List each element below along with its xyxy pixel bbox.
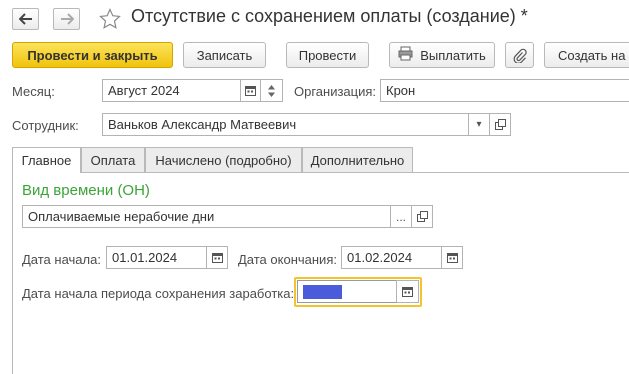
- employee-label: Сотрудник:: [12, 118, 79, 133]
- month-label: Месяц:: [12, 84, 55, 99]
- text-selection: [303, 284, 342, 299]
- star-icon[interactable]: [99, 8, 121, 30]
- start-date-label: Дата начала:: [22, 252, 101, 267]
- pay-label: Выплатить: [420, 47, 486, 63]
- month-spinner[interactable]: [260, 79, 283, 102]
- month-field[interactable]: Август 2024: [102, 79, 241, 102]
- tab-accrued-detailed-label: Начислено (подробно): [155, 152, 292, 168]
- tab-main-label: Главное: [21, 153, 72, 168]
- page-title: Отсутствие с сохранением оплаты (создани…: [131, 6, 528, 26]
- employee-dropdown-button[interactable]: ▾: [468, 113, 490, 136]
- post-and-close-button[interactable]: Провести и закрыть: [12, 42, 173, 68]
- back-button[interactable]: [12, 8, 39, 30]
- panel-border: [12, 172, 13, 374]
- dropdown-icon: ▾: [476, 119, 482, 130]
- earnings-start-date-field[interactable]: [297, 280, 397, 303]
- attach-button[interactable]: [505, 42, 534, 68]
- pay-button[interactable]: Выплатить: [389, 42, 495, 68]
- create-based-on-label: Создать на: [558, 47, 626, 63]
- save-button[interactable]: Записать: [183, 42, 266, 68]
- tab-payment[interactable]: Оплата: [81, 147, 145, 172]
- organization-label: Организация:: [294, 84, 377, 99]
- start-date-calendar-button[interactable]: [206, 246, 228, 269]
- time-type-field[interactable]: Оплачиваемые нерабочие дни: [22, 205, 391, 228]
- time-type-open-button[interactable]: [411, 205, 433, 228]
- tab-strip-line: [12, 172, 629, 173]
- start-date-field[interactable]: 01.01.2024: [106, 246, 207, 269]
- end-date-calendar-button[interactable]: [441, 246, 463, 269]
- calendar-icon: [211, 253, 223, 263]
- time-type-select-button[interactable]: ...: [390, 205, 412, 228]
- employee-field[interactable]: Ваньков Александр Матвеевич: [102, 113, 469, 136]
- tab-accrued-detailed[interactable]: Начислено (подробно): [145, 147, 302, 172]
- tab-additional[interactable]: Дополнительно: [302, 147, 413, 172]
- calendar-icon: [402, 287, 413, 297]
- post-label: Провести: [298, 47, 357, 63]
- end-date-label: Дата окончания:: [238, 252, 337, 267]
- post-button[interactable]: Провести: [286, 42, 369, 68]
- open-link-icon: [416, 211, 428, 222]
- tab-payment-label: Оплата: [90, 152, 136, 168]
- paperclip-icon: [513, 48, 527, 63]
- organization-field[interactable]: Крон: [380, 79, 629, 102]
- calendar-icon: [446, 253, 458, 263]
- create-based-on-button[interactable]: Создать на: [544, 42, 629, 68]
- save-label: Записать: [196, 47, 253, 63]
- forward-arrow-icon: [60, 13, 74, 25]
- forward-button[interactable]: [53, 8, 80, 30]
- employee-open-button[interactable]: [489, 113, 511, 136]
- back-arrow-icon: [18, 13, 32, 25]
- print-icon: [398, 46, 413, 64]
- post-and-close-label: Провести и закрыть: [27, 47, 158, 63]
- earnings-start-label: Дата начала периода сохранения заработка…: [22, 286, 295, 301]
- earnings-start-calendar-button[interactable]: [396, 280, 419, 303]
- open-link-icon: [494, 119, 506, 130]
- tab-additional-label: Дополнительно: [310, 152, 405, 168]
- tab-main[interactable]: Главное: [12, 147, 81, 173]
- ellipsis-icon: ...: [395, 209, 406, 224]
- month-calendar-button[interactable]: [240, 79, 261, 102]
- calendar-icon: [245, 86, 256, 96]
- time-type-heading: Вид времени (ОН): [22, 182, 150, 199]
- spinner-icon: [268, 84, 275, 97]
- end-date-field[interactable]: 01.02.2024: [341, 246, 442, 269]
